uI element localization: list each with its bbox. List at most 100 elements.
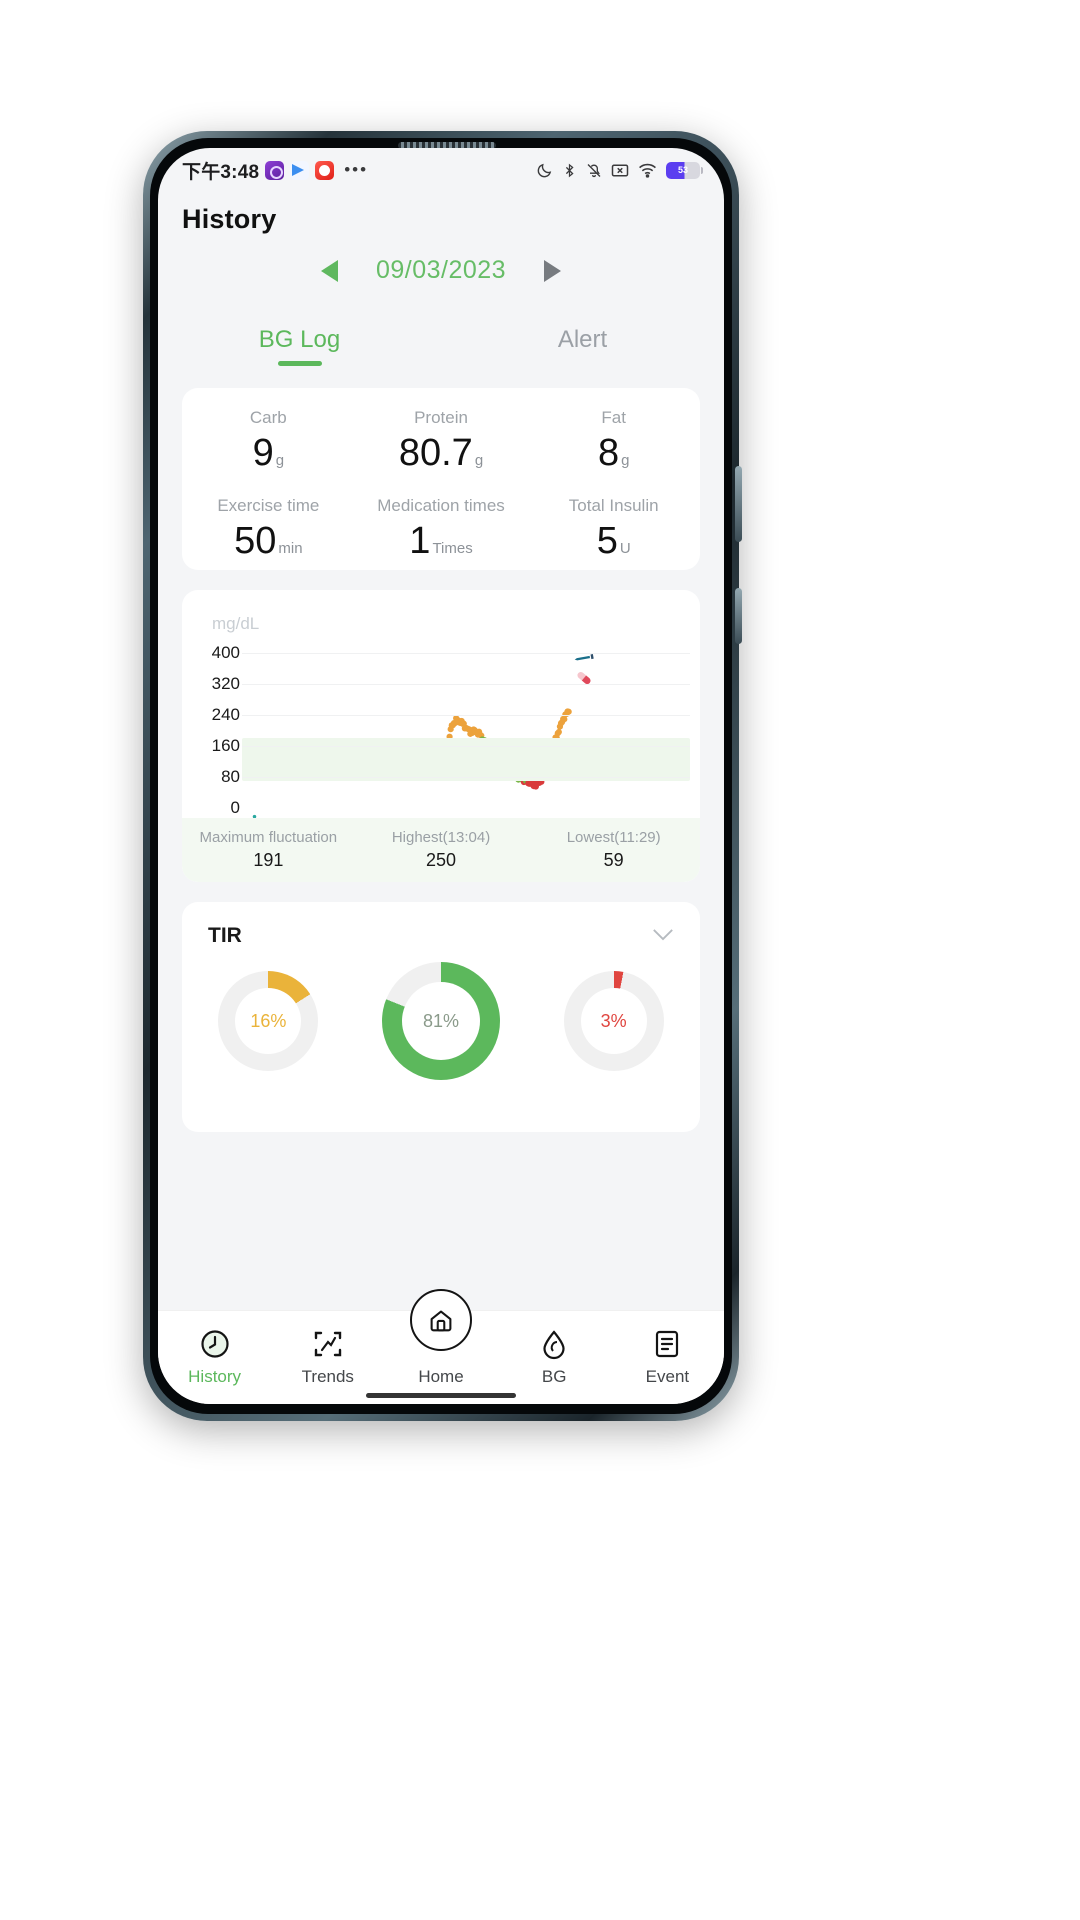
y-tick-240: 240 <box>211 705 240 725</box>
tir-header: TIR <box>182 902 700 948</box>
metric-fat: Fat 8g <box>527 408 700 472</box>
volume-button[interactable] <box>735 466 742 542</box>
gridline-160 <box>242 746 690 748</box>
metric-medication-times-number: 1 <box>409 520 431 562</box>
y-tick-80: 80 <box>221 767 240 787</box>
battery-percent-label: 53 <box>677 165 688 175</box>
status-overflow-dots: ••• <box>344 160 369 179</box>
glucose-trace <box>238 708 572 790</box>
metric-protein-number: 80.7 <box>398 432 473 474</box>
stat-lowest-label: Lowest(11:29) <box>566 829 661 846</box>
trends-chart-icon <box>271 1323 384 1365</box>
nav-item-trends[interactable]: Trends <box>271 1323 384 1387</box>
tir-rings: 16% 81% 3% <box>182 962 700 1080</box>
nav-item-event[interactable]: Event <box>611 1323 724 1387</box>
status-bar-right: 53 <box>536 161 703 179</box>
gridline-80 <box>242 777 690 779</box>
nutrition-row-2: Exercise time 50 min Medication times 1 Ti… <box>182 496 700 560</box>
metric-protein-label: Protein <box>414 408 468 427</box>
stat-maximum-fluctuation: Maximum fluctuation 191 <box>182 829 355 871</box>
metric-exercise-time-number: 50 <box>234 520 277 562</box>
tab-bg-log[interactable]: BG Log <box>158 326 441 370</box>
nav-item-history-label: History <box>188 1367 242 1386</box>
metric-exercise-time: Exercise time 50 min <box>182 496 355 560</box>
tir-card: TIR 16% 81% 3% <box>182 902 700 1132</box>
y-tick-160: 160 <box>211 736 240 756</box>
sim-disabled-icon <box>611 163 629 178</box>
history-clock-icon <box>158 1323 271 1365</box>
metric-protein-unit: g <box>474 452 484 469</box>
metric-carb-number: 9 <box>252 432 274 474</box>
stat-lowest-value: 59 <box>603 850 624 870</box>
stat-highest-value: 250 <box>425 850 457 870</box>
stat-maximum-fluctuation-value: 191 <box>253 850 284 870</box>
in-range-hole: 81% <box>402 982 480 1060</box>
next-day-button[interactable] <box>544 259 562 282</box>
chart-unit-label: mg/dL <box>212 614 260 633</box>
bottom-navigation: History Trends Home BG Event <box>158 1289 724 1404</box>
metric-medication-times-value: 1 Times <box>355 522 528 560</box>
stat-lowest: Lowest(11:29) 59 <box>527 829 700 871</box>
nav-item-trends-label: Trends <box>301 1367 354 1386</box>
bluetooth-icon <box>562 162 577 179</box>
y-tick-320: 320 <box>211 674 240 694</box>
metric-exercise-time-label: Exercise time <box>217 496 320 515</box>
gridline-400 <box>242 653 690 655</box>
purple-app-icon <box>265 160 285 180</box>
stat-highest-label: Highest(13:04) <box>391 829 491 846</box>
nav-item-home-label: Home <box>418 1367 464 1386</box>
nav-item-bg[interactable]: BG <box>498 1323 611 1387</box>
page-title: History <box>182 204 277 234</box>
tir-ring-inrange[interactable]: 81% <box>355 962 528 1080</box>
glucose-chart[interactable]: 400 320 240 160 80 0 <box>182 638 700 867</box>
metric-protein: Protein 80.7 g <box>355 408 528 472</box>
tab-bg-log-label: BG Log <box>258 326 341 353</box>
metric-fat-number: 8 <box>597 432 620 474</box>
tab-alert[interactable]: Alert <box>441 326 724 370</box>
bell-muted-icon <box>586 162 602 179</box>
metric-exercise-time-value: 50 min <box>182 522 355 560</box>
screenshot-root: 下午3:48 ••• 53 History 09/03/2023 BG Log … <box>0 0 1080 1920</box>
tir-title: TIR <box>208 924 242 947</box>
nav-item-event-label: Event <box>645 1367 690 1386</box>
nutrition-row-1: Carb 9g Protein 80.7 g Fat 8g <box>182 408 700 472</box>
metric-medication-times-unit: Times <box>432 540 473 557</box>
metric-medication-times-label: Medication times <box>377 496 505 515</box>
metric-carb: Carb 9g <box>182 408 355 472</box>
below-range-percent: 3% <box>600 1010 627 1031</box>
metric-total-insulin-unit: U <box>619 540 631 557</box>
metric-fat-label: Fat <box>601 408 626 427</box>
nutrition-summary-card: Carb 9g Protein 80.7 g Fat 8g Exercise t… <box>182 388 700 570</box>
metric-total-insulin-label: Total Insulin <box>568 496 659 515</box>
metric-total-insulin: Total Insulin 5U <box>527 496 700 560</box>
in-range-percent: 81% <box>422 1010 460 1031</box>
chevron-down-icon[interactable] <box>652 925 674 947</box>
below-range-hole: 3% <box>580 988 647 1054</box>
glucose-chart-card: mg/dL 400 320 240 160 80 0 Maximum fluct… <box>182 590 700 882</box>
nav-item-history[interactable]: History <box>158 1323 271 1387</box>
chart-y-axis: 400 320 240 160 80 0 <box>182 638 240 817</box>
nav-item-bg-label: BG <box>541 1367 567 1386</box>
stat-highest: Highest(13:04) 250 <box>355 829 528 871</box>
below-range-ring: 3% <box>563 971 664 1071</box>
current-date-label: 09/03/2023 <box>375 256 507 284</box>
date-navigator: 09/03/2023 <box>158 256 724 285</box>
stat-maximum-fluctuation-label: Maximum fluctuation <box>199 829 338 846</box>
home-icon[interactable] <box>410 1289 472 1351</box>
chart-plot-area <box>238 638 690 831</box>
blood-drop-icon <box>498 1323 611 1365</box>
metric-fat-unit: g <box>621 452 630 469</box>
metric-carb-value: 9g <box>182 434 355 472</box>
metric-carb-label: Carb <box>249 408 287 427</box>
telegram-app-icon <box>290 160 310 180</box>
in-range-ring: 81% <box>382 962 500 1080</box>
metric-total-insulin-number: 5 <box>596 520 618 562</box>
tir-ring-below[interactable]: 3% <box>527 962 700 1080</box>
red-app-icon <box>315 160 335 180</box>
power-button[interactable] <box>735 588 742 644</box>
metric-protein-value: 80.7 g <box>355 434 528 472</box>
tir-ring-above[interactable]: 16% <box>182 962 355 1080</box>
chart-stats-row: Maximum fluctuation 191 Highest(13:04) 2… <box>182 818 700 882</box>
phone-screen: 下午3:48 ••• 53 History 09/03/2023 BG Log … <box>158 148 724 1404</box>
previous-day-button[interactable] <box>320 259 338 282</box>
